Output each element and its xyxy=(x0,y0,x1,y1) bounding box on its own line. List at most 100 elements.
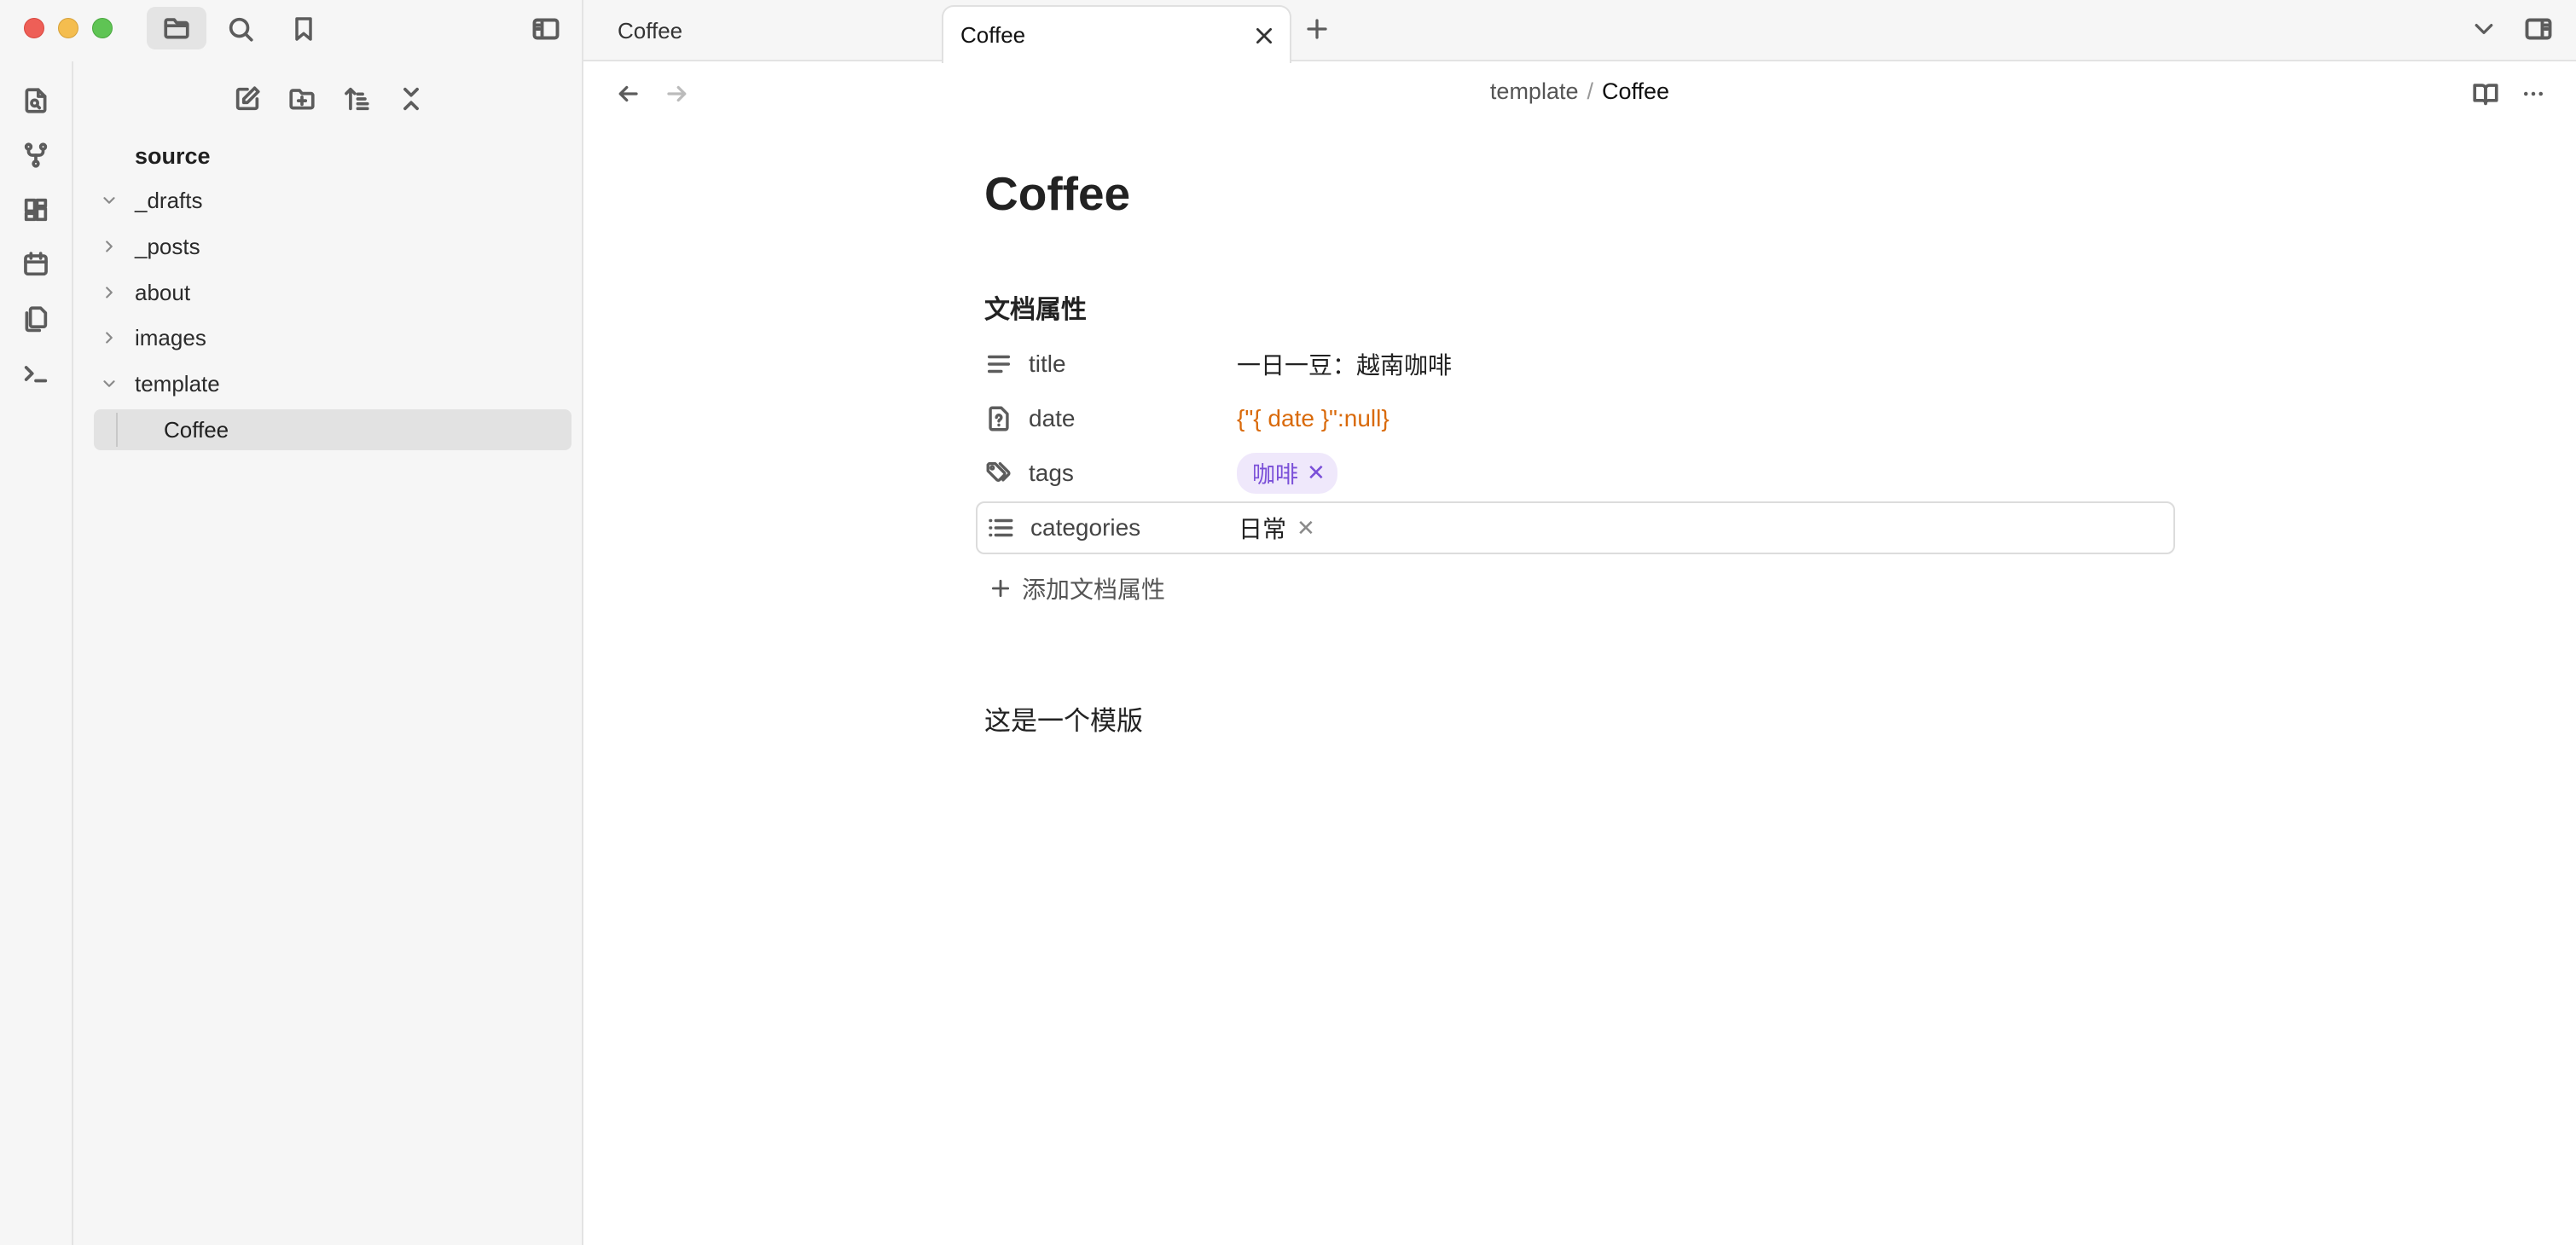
collapse-all-button[interactable] xyxy=(392,80,430,118)
breadcrumb: template / Coffee xyxy=(583,78,2576,105)
tree-file-coffee[interactable]: Coffee xyxy=(94,409,571,450)
property-key[interactable]: date xyxy=(1029,405,1076,432)
property-value: 日常 ✕ xyxy=(1239,511,1315,545)
more-options-button[interactable] xyxy=(2515,75,2552,113)
chevron-down-icon xyxy=(2474,24,2493,34)
note-body-text[interactable]: 这是一个模版 xyxy=(984,699,1143,738)
command-palette-button[interactable] xyxy=(17,355,55,392)
book-open-icon xyxy=(2473,84,2498,106)
breadcrumb-folder[interactable]: template xyxy=(1490,78,1579,104)
folder-plus-icon xyxy=(289,89,315,110)
folder-icon xyxy=(164,18,189,39)
new-tab-button[interactable] xyxy=(1298,10,1336,48)
close-window-button[interactable] xyxy=(24,18,44,38)
tag-label: 咖啡 xyxy=(1252,462,1298,488)
tab-label: Coffee xyxy=(618,17,683,43)
text-lines-icon xyxy=(984,350,1013,379)
property-value: 咖啡 ✕ xyxy=(1237,453,1337,494)
chevron-down-icon xyxy=(94,181,125,220)
chevrons-collapse-icon xyxy=(403,87,419,111)
plus-icon xyxy=(991,579,1010,598)
note-title[interactable]: Coffee xyxy=(984,171,2179,217)
sidebar-right-icon xyxy=(2525,18,2552,40)
tree-folder-drafts[interactable]: _drafts xyxy=(94,181,582,220)
daily-note-button[interactable] xyxy=(17,246,55,283)
add-property-label: 添加文档属性 xyxy=(1022,576,1166,603)
tab-bar: Coffee Coffee xyxy=(583,0,2576,63)
chevron-right-icon xyxy=(94,273,125,312)
new-note-button[interactable] xyxy=(229,80,266,118)
files-view-button[interactable] xyxy=(147,7,206,49)
remove-category-icon[interactable]: ✕ xyxy=(1297,515,1315,541)
templates-button[interactable] xyxy=(17,300,55,338)
tree-file-label: Coffee xyxy=(164,416,229,443)
properties-heading[interactable]: 文档属性 xyxy=(984,288,1087,326)
property-row-tags[interactable]: tags 咖啡 ✕ xyxy=(976,447,2175,500)
view-header: template / Coffee xyxy=(583,63,2576,124)
collapse-sidebar-button[interactable] xyxy=(527,10,565,48)
plus-icon xyxy=(1307,19,1327,39)
breadcrumb-separator: / xyxy=(1587,78,1593,104)
sidebar-top-bar xyxy=(0,0,583,61)
tab-coffee-active[interactable]: Coffee xyxy=(942,5,1291,63)
sidebar-left-icon xyxy=(532,18,560,40)
close-tab-button[interactable] xyxy=(1250,22,1278,49)
tab-label: Coffee xyxy=(960,21,1026,48)
list-icon xyxy=(986,513,1015,542)
property-row-date[interactable]: date {"{ date }":null} xyxy=(976,392,2175,445)
git-fork-icon xyxy=(24,142,48,168)
bookmarks-view-button[interactable] xyxy=(285,10,322,48)
left-sidebar: source _drafts _posts about images templ… xyxy=(0,0,583,1245)
tags-icon xyxy=(984,459,1013,488)
indent-guide xyxy=(116,413,118,447)
property-row-title[interactable]: title 一日一豆：越南咖啡 xyxy=(976,338,2175,391)
remove-tag-icon[interactable]: ✕ xyxy=(1307,460,1326,486)
property-row-categories[interactable]: categories 日常 ✕ xyxy=(976,501,2175,554)
search-view-button[interactable] xyxy=(222,10,259,48)
quick-switcher-button[interactable] xyxy=(17,82,55,119)
bookmark-icon xyxy=(295,17,312,41)
tree-folder-template[interactable]: template xyxy=(94,364,582,403)
search-icon xyxy=(229,17,253,42)
tree-folder-about[interactable]: about xyxy=(94,273,582,312)
canvas-button[interactable] xyxy=(17,191,55,229)
ribbon xyxy=(0,61,73,1245)
chevron-down-icon xyxy=(94,364,125,403)
toggle-right-sidebar-button[interactable] xyxy=(2520,10,2557,48)
new-folder-button[interactable] xyxy=(283,80,321,118)
property-key[interactable]: tags xyxy=(1029,460,1074,487)
breadcrumb-file[interactable]: Coffee xyxy=(1602,78,1669,104)
graph-view-button[interactable] xyxy=(17,136,55,174)
sort-ascending-icon xyxy=(345,87,369,111)
calendar-icon xyxy=(24,252,48,276)
tag-pill[interactable]: 咖啡 ✕ xyxy=(1237,453,1337,494)
sort-button[interactable] xyxy=(338,80,375,118)
note-editor[interactable]: Coffee 文档属性 title 一日一豆：越南咖啡 date {"{ dat… xyxy=(976,171,2179,736)
property-value[interactable]: 一日一豆：越南咖啡 xyxy=(1237,347,1452,381)
chevron-right-icon xyxy=(94,227,125,266)
category-item[interactable]: 日常 xyxy=(1239,511,1286,545)
chevron-right-icon xyxy=(94,318,125,357)
tree-folder-images[interactable]: images xyxy=(94,318,582,357)
tree-folder-label: _drafts xyxy=(135,187,203,213)
reading-view-button[interactable] xyxy=(2467,75,2504,113)
layout-dashboard-icon xyxy=(24,198,48,222)
file-search-icon xyxy=(25,88,47,113)
tree-folder-label: images xyxy=(135,324,206,350)
more-horizontal-icon xyxy=(2524,91,2543,96)
property-key[interactable]: categories xyxy=(1030,514,1140,541)
minimize-window-button[interactable] xyxy=(58,18,78,38)
tree-folder-posts[interactable]: _posts xyxy=(94,227,582,266)
add-property-button[interactable]: 添加文档属性 xyxy=(989,571,1165,605)
file-question-icon xyxy=(984,404,1013,433)
property-value-invalid[interactable]: {"{ date }":null} xyxy=(1237,405,1390,432)
tab-coffee-inactive[interactable]: Coffee xyxy=(618,0,942,61)
close-icon xyxy=(1256,28,1272,43)
terminal-icon xyxy=(24,366,48,383)
tree-folder-label: template xyxy=(135,370,220,397)
property-key[interactable]: title xyxy=(1029,350,1066,378)
tab-list-button[interactable] xyxy=(2465,10,2503,48)
tree-folder-label: about xyxy=(135,279,191,305)
tree-folder-label: _posts xyxy=(135,233,200,259)
maximize-window-button[interactable] xyxy=(92,18,113,38)
